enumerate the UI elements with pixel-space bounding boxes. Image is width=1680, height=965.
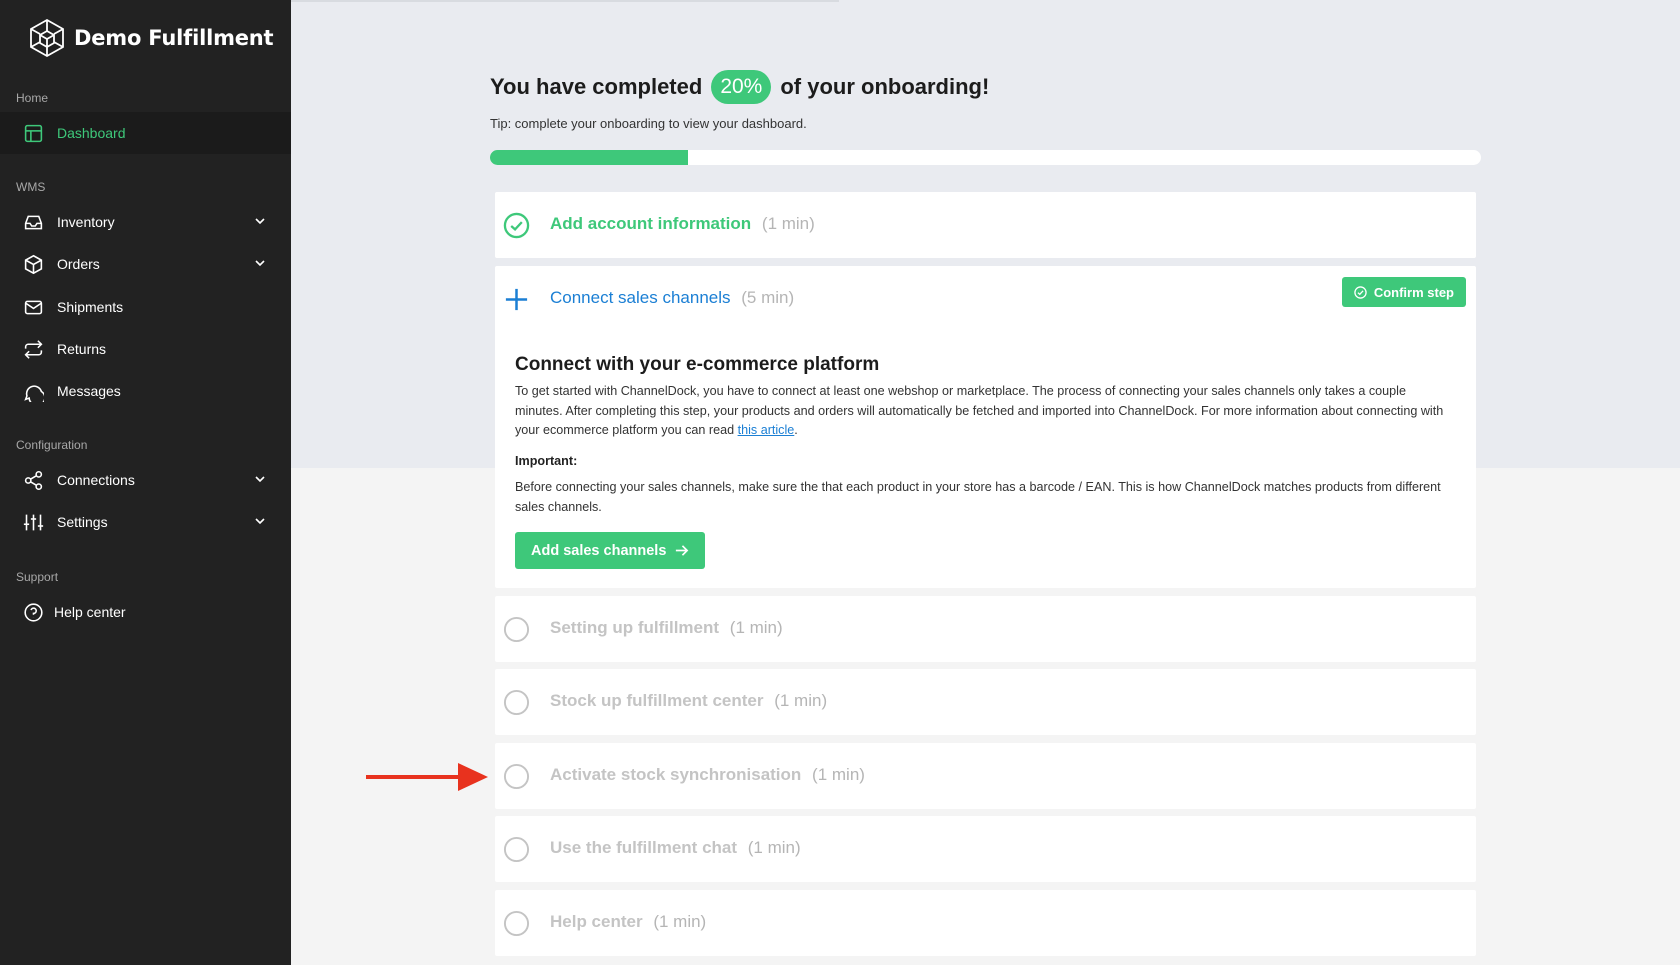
this-article-link[interactable]: this article [738, 423, 795, 437]
sidebar: Demo Fulfillment Home Dashboard WMS Inve… [0, 0, 291, 965]
sidebar-item-label: Shipments [57, 299, 124, 315]
box-icon [22, 253, 44, 275]
cube-network-logo-icon [30, 18, 64, 58]
step-connect-sales-channels: Connect sales channels (5 min) Confirm s… [495, 266, 1476, 588]
check-circle-icon [1354, 285, 1367, 299]
sidebar-item-dashboard[interactable]: Dashboard [0, 112, 291, 154]
top-divider [291, 0, 839, 2]
panel-title: Connect with your e-commerce platform [515, 354, 880, 375]
empty-circle-icon [503, 836, 530, 863]
sidebar-item-label: Messages [57, 383, 121, 399]
step-title: Use the fulfillment chat (1 min) [550, 838, 801, 858]
empty-circle-icon [503, 910, 530, 937]
sidebar-item-returns[interactable]: Returns [0, 328, 291, 370]
step-title-text: Help center [550, 912, 643, 931]
chevron-down-icon[interactable] [253, 256, 267, 270]
section-label-support: Support [16, 570, 59, 584]
empty-circle-icon [503, 689, 530, 716]
chevron-down-icon[interactable] [253, 214, 267, 228]
step-time: (1 min) [653, 912, 707, 931]
section-label-configuration: Configuration [16, 438, 88, 452]
step-time: (1 min) [747, 838, 801, 857]
step-title-text: Stock up fulfillment center [550, 691, 764, 710]
onboarding-progress-bar [490, 150, 1481, 165]
step-add-account-information[interactable]: Add account information (1 min) [495, 192, 1476, 258]
sidebar-item-label: Settings [57, 514, 108, 530]
step-title-text: Use the fulfillment chat [550, 838, 738, 857]
repeat-icon [22, 338, 44, 360]
step-time: (1 min) [761, 214, 815, 233]
step-title: Help center (1 min) [550, 912, 706, 932]
sidebar-item-label: Connections [57, 472, 135, 488]
envelope-icon [22, 296, 44, 318]
step-title: Setting up fulfillment (1 min) [550, 618, 783, 638]
step-setting-up-fulfillment[interactable]: Setting up fulfillment (1 min) [495, 596, 1476, 662]
arrow-right-icon [676, 545, 689, 556]
sidebar-item-label: Inventory [57, 214, 115, 230]
check-circle-icon [503, 212, 530, 239]
add-sales-channels-button[interactable]: Add sales channels [515, 532, 706, 569]
inbox-icon [22, 211, 44, 233]
panel-description-text: To get started with ChannelDock, you hav… [515, 384, 1444, 438]
heading-prefix: You have completed [490, 74, 703, 99]
chat-icon [22, 380, 44, 402]
sidebar-item-orders[interactable]: Orders [0, 243, 291, 285]
important-label: Important: [515, 454, 578, 468]
sidebar-item-label: Returns [57, 341, 107, 357]
confirm-step-button[interactable]: Confirm step [1341, 277, 1466, 307]
step-time: (5 min) [741, 288, 795, 307]
step-activate-stock-synchronisation[interactable]: Activate stock synchronisation (1 min) [495, 743, 1476, 809]
panel-description: To get started with ChannelDock, you hav… [515, 382, 1450, 441]
step-title: Activate stock synchronisation (1 min) [550, 765, 865, 785]
step-title: Stock up fulfillment center (1 min) [550, 691, 827, 711]
panel-description-end: . [794, 423, 798, 438]
sidebar-item-connections[interactable]: Connections [0, 459, 291, 501]
section-label-wms: WMS [16, 180, 46, 194]
sidebar-item-messages[interactable]: Messages [0, 370, 291, 412]
sidebar-item-label: Help center [54, 604, 126, 620]
important-text: Before connecting your sales channels, m… [515, 480, 1441, 514]
chevron-down-icon[interactable] [253, 472, 267, 486]
step-title-text: Setting up fulfillment [550, 618, 720, 637]
progress-bar-fill [490, 150, 689, 165]
step-time: (1 min) [812, 765, 865, 784]
sidebar-item-label: Orders [57, 256, 100, 272]
step-help-center[interactable]: Help center (1 min) [495, 890, 1476, 956]
progress-percent-badge: 20% [711, 70, 772, 104]
chevron-down-icon[interactable] [253, 514, 267, 528]
brand-name: Demo Fulfillment [74, 26, 274, 50]
brand[interactable]: Demo Fulfillment [26, 17, 274, 59]
step-title[interactable]: Connect sales channels (5 min) [550, 288, 794, 308]
step-time: (1 min) [729, 618, 783, 637]
onboarding-tip: Tip: complete your onboarding to view yo… [490, 116, 807, 131]
step-time: (1 min) [774, 691, 828, 710]
empty-circle-icon [503, 763, 530, 790]
share-icon [22, 469, 44, 491]
sidebar-item-label: Dashboard [57, 125, 126, 141]
onboarding-heading: You have completed 20% of your onboardin… [490, 70, 989, 104]
sidebar-item-settings[interactable]: Settings [0, 501, 291, 543]
step-title-text: Activate stock synchronisation [550, 765, 802, 784]
add-sales-channels-label: Add sales channels [531, 542, 667, 559]
help-icon [22, 601, 44, 623]
plus-icon[interactable] [503, 286, 530, 313]
empty-circle-icon [503, 616, 530, 643]
sidebar-item-shipments[interactable]: Shipments [0, 286, 291, 328]
confirm-step-label: Confirm step [1373, 284, 1454, 300]
sidebar-item-inventory[interactable]: Inventory [0, 201, 291, 243]
step-title: Add account information (1 min) [550, 214, 815, 234]
dashboard-icon [22, 122, 44, 144]
step-use-fulfillment-chat[interactable]: Use the fulfillment chat (1 min) [495, 816, 1476, 882]
red-arrow-annotation-icon [366, 763, 488, 791]
step-title-text: Add account information [550, 214, 752, 233]
sliders-icon [22, 511, 44, 533]
heading-suffix: of your onboarding! [780, 74, 990, 99]
step-title-text: Connect sales channels [550, 288, 731, 307]
sidebar-item-help-center[interactable]: Help center [0, 591, 291, 633]
step-stock-up-fulfillment-center[interactable]: Stock up fulfillment center (1 min) [495, 669, 1476, 735]
section-label-home: Home [16, 91, 49, 105]
